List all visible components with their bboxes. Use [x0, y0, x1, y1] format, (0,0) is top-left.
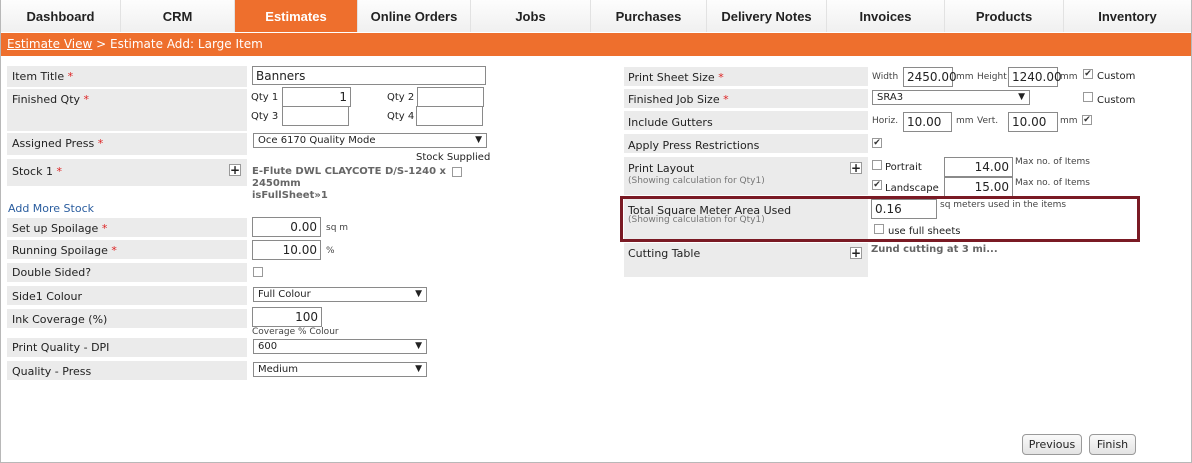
- height-label: Height: [977, 72, 1007, 82]
- stock-supplied-checkbox[interactable]: [452, 167, 462, 177]
- portrait-max-label: Max no. of Items: [1015, 157, 1090, 167]
- width-unit: mm: [956, 72, 974, 82]
- qty1-label: Qty 1: [251, 92, 279, 103]
- item-title-input[interactable]: Banners: [252, 66, 486, 85]
- print-layout-note: (Showing calculation for Qty1): [628, 176, 765, 186]
- quality-press-label: Quality - Press: [12, 365, 92, 378]
- tab-inventory[interactable]: Inventory: [1064, 0, 1191, 32]
- tab-purchases[interactable]: Purchases: [591, 0, 707, 32]
- stock-name-line2: 2450mm: [252, 178, 301, 189]
- running-spoilage-unit: %: [326, 246, 335, 256]
- stock-name-line3: isFullSheet»1: [252, 190, 328, 201]
- qty2-label: Qty 2: [387, 92, 415, 103]
- gutter-vert-input[interactable]: 10.00: [1008, 112, 1058, 132]
- print-quality-select[interactable]: 600 ▼: [253, 339, 427, 354]
- gutter-horiz-input[interactable]: 10.00: [903, 112, 952, 132]
- chevron-down-icon: ▼: [415, 289, 422, 299]
- running-spoilage-input[interactable]: 10.00: [252, 240, 321, 260]
- breadcrumb-current: > Estimate Add: Large Item: [96, 37, 263, 51]
- add-more-stock-link[interactable]: Add More Stock: [8, 202, 94, 215]
- job-size-custom-checkbox[interactable]: [1083, 92, 1093, 102]
- landscape-label: Landscape: [885, 183, 939, 194]
- sheet-custom-label: Custom: [1097, 71, 1136, 82]
- double-sided-checkbox[interactable]: [253, 267, 263, 277]
- assigned-press-select[interactable]: Oce 6170 Quality Mode ▼: [253, 133, 487, 148]
- qty1-input[interactable]: 1: [282, 87, 351, 107]
- portrait-checkbox[interactable]: [872, 160, 882, 170]
- breadcrumb-link-estimate-view[interactable]: Estimate View: [7, 37, 92, 51]
- apply-press-checkbox[interactable]: ✔: [872, 138, 882, 148]
- height-unit: mm: [1060, 72, 1078, 82]
- chevron-down-icon: ▼: [475, 135, 482, 145]
- tab-online-orders[interactable]: Online Orders: [358, 0, 471, 32]
- apply-press-label: Apply Press Restrictions: [628, 139, 760, 152]
- finished-qty-label: Finished Qty *: [12, 93, 90, 106]
- stock-name-line1: E-Flute DWL CLAYCOTE D/S-1240 x: [252, 166, 447, 177]
- portrait-value[interactable]: 14.00: [944, 157, 1013, 177]
- vert-label: Vert.: [977, 116, 999, 126]
- finished-job-size-select[interactable]: SRA3 ▼: [872, 90, 1030, 105]
- previous-button[interactable]: Previous: [1022, 434, 1082, 455]
- print-sheet-size-label: Print Sheet Size *: [628, 71, 724, 84]
- highlight-box: [620, 196, 1140, 242]
- landscape-checkbox[interactable]: ✔: [872, 180, 882, 190]
- tab-estimates[interactable]: Estimates: [235, 0, 358, 32]
- ink-coverage-note: Coverage % Colour: [252, 327, 339, 337]
- tab-invoices[interactable]: Invoices: [827, 0, 945, 32]
- double-sided-label: Double Sided?: [12, 266, 92, 279]
- cutting-table-plus-icon[interactable]: +: [850, 247, 862, 259]
- vert-unit: mm: [1060, 116, 1078, 126]
- setup-spoilage-input[interactable]: 0.00: [252, 217, 321, 237]
- portrait-label: Portrait: [885, 162, 922, 173]
- top-nav: Dashboard CRM Estimates Online Orders Jo…: [1, 0, 1191, 32]
- quality-press-select[interactable]: Medium ▼: [253, 362, 427, 377]
- setup-spoilage-label: Set up Spoilage *: [12, 222, 108, 235]
- cutting-table-label: Cutting Table: [628, 247, 701, 260]
- tab-crm[interactable]: CRM: [121, 0, 235, 32]
- qty4-label: Qty 4: [387, 111, 415, 122]
- tab-jobs[interactable]: Jobs: [471, 0, 591, 32]
- horiz-label: Horiz.: [872, 116, 899, 126]
- ink-coverage-label: Ink Coverage (%): [12, 313, 108, 326]
- print-quality-label: Print Quality - DPI: [12, 341, 110, 354]
- sheet-width-input[interactable]: 2450.00: [903, 67, 957, 87]
- cutting-table-value: Zund cutting at 3 mi...: [871, 244, 998, 255]
- qty4-input[interactable]: [416, 106, 483, 126]
- sheet-custom-checkbox[interactable]: ✔: [1083, 69, 1093, 79]
- print-layout-label: Print Layout: [628, 162, 695, 175]
- print-layout-plus-icon[interactable]: +: [850, 162, 862, 174]
- tab-dashboard[interactable]: Dashboard: [1, 0, 121, 32]
- sheet-height-input[interactable]: 1240.00: [1008, 67, 1062, 87]
- qty3-input[interactable]: [282, 106, 349, 126]
- stock-supplied-label: Stock Supplied: [416, 152, 491, 163]
- landscape-max-label: Max no. of Items: [1015, 178, 1090, 188]
- tab-products[interactable]: Products: [945, 0, 1064, 32]
- side1-colour-select[interactable]: Full Colour ▼: [253, 287, 427, 302]
- qty2-input[interactable]: [417, 87, 484, 107]
- finished-job-size-label: Finished Job Size *: [628, 93, 729, 106]
- finish-button[interactable]: Finish: [1089, 434, 1136, 455]
- chevron-down-icon: ▼: [415, 364, 422, 374]
- item-title-label: Item Title *: [12, 70, 74, 83]
- landscape-value[interactable]: 15.00: [944, 177, 1013, 197]
- chevron-down-icon: ▼: [1018, 92, 1025, 102]
- breadcrumb: Estimate View > Estimate Add: Large Item: [1, 33, 1191, 56]
- horiz-unit: mm: [956, 116, 974, 126]
- job-size-custom-label: Custom: [1097, 95, 1136, 106]
- chevron-down-icon: ▼: [415, 341, 422, 351]
- setup-spoilage-unit: sq m: [326, 223, 349, 233]
- running-spoilage-label: Running Spoilage *: [12, 244, 117, 257]
- add-stock-plus-icon[interactable]: +: [229, 164, 241, 176]
- assigned-press-label: Assigned Press *: [12, 137, 104, 150]
- stock-label: Stock 1 *: [12, 165, 62, 178]
- include-gutters-checkbox[interactable]: ✔: [1082, 115, 1092, 125]
- tab-delivery-notes[interactable]: Delivery Notes: [707, 0, 827, 32]
- include-gutters-label: Include Gutters: [628, 116, 713, 129]
- ink-coverage-input[interactable]: 100: [252, 307, 322, 327]
- qty3-label: Qty 3: [251, 111, 279, 122]
- width-label: Width: [872, 72, 899, 82]
- side1-colour-label: Side1 Colour: [12, 290, 82, 303]
